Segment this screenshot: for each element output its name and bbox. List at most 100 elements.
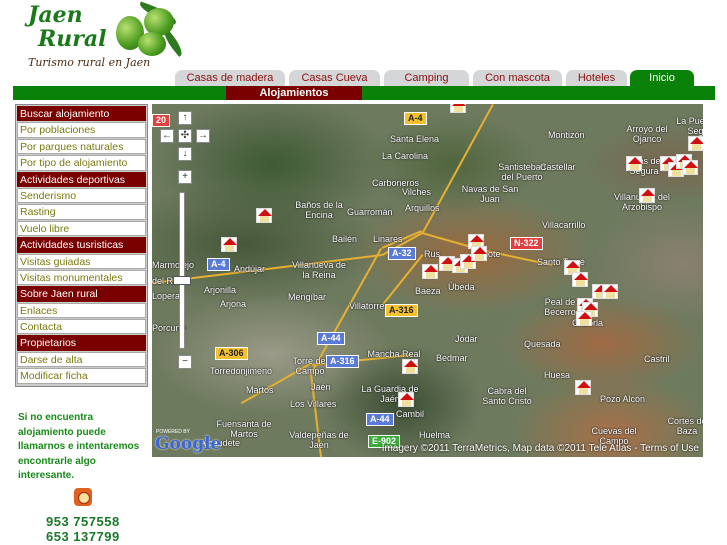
menu-item[interactable]: Rasting bbox=[17, 204, 146, 220]
place-label: Mancha Real bbox=[367, 349, 421, 359]
road-line bbox=[422, 104, 494, 233]
logo-line1: Jaen bbox=[28, 2, 83, 28]
tab-con-mascota[interactable]: Con mascota bbox=[473, 70, 562, 86]
menu-item[interactable]: Por parques naturales bbox=[17, 138, 146, 155]
menu-item[interactable]: Vuelo libre bbox=[17, 220, 146, 237]
menu-section-header[interactable]: Buscar alojamiento bbox=[17, 106, 146, 122]
place-label: Santa Elena bbox=[390, 134, 440, 144]
tab-inicio[interactable]: Inicio bbox=[630, 70, 694, 86]
road-label: 20 bbox=[152, 114, 171, 127]
menu-item[interactable]: Por tipo de alojamiento bbox=[17, 155, 146, 171]
house-marker-icon[interactable] bbox=[626, 156, 642, 171]
road-label: A-4 bbox=[404, 112, 427, 125]
menu-section-header[interactable]: Actividades tusristicas bbox=[17, 237, 146, 253]
place-label: Villanueva de la Reina bbox=[292, 260, 346, 280]
house-marker-icon[interactable] bbox=[422, 264, 438, 279]
place-label: Andújar bbox=[234, 264, 266, 274]
house-marker-icon[interactable] bbox=[576, 311, 592, 326]
place-label: Jaén bbox=[311, 382, 331, 392]
place-label: Castellar bbox=[540, 162, 576, 172]
place-label: Cabra del Santo Cristo bbox=[482, 386, 532, 406]
menu-item[interactable]: Senderismo bbox=[17, 187, 146, 204]
place-label: Pozo Alcón bbox=[600, 394, 646, 404]
place-label: Vilches bbox=[402, 187, 431, 197]
recommended-banner[interactable]: Alojamientos recomendados bbox=[226, 86, 362, 113]
pan-up-button[interactable]: ↑ bbox=[178, 111, 192, 125]
place-label: Cambil bbox=[396, 409, 425, 419]
menu-item[interactable]: Enlaces bbox=[17, 302, 146, 319]
house-marker-icon[interactable] bbox=[639, 188, 655, 203]
logo-tagline: Turismo rural en Jaen bbox=[28, 56, 151, 69]
house-marker-icon[interactable] bbox=[398, 392, 414, 407]
zoom-in-button[interactable]: + bbox=[178, 170, 192, 184]
road-line bbox=[382, 254, 424, 306]
place-label: Arjonilla bbox=[204, 285, 237, 295]
house-marker-icon[interactable] bbox=[572, 272, 588, 287]
menu-item[interactable]: Por poblaciones bbox=[17, 122, 146, 138]
menu-item[interactable]: Visitas guiadas bbox=[17, 253, 146, 269]
place-label: Villacarrillo bbox=[542, 220, 586, 230]
place-label: Los Villares bbox=[290, 399, 337, 409]
place-label: Arroyo del Ojanco bbox=[626, 124, 668, 144]
google-logo[interactable]: Google bbox=[155, 434, 221, 454]
menu-item[interactable]: Contacta bbox=[17, 319, 146, 335]
nav-bar bbox=[13, 86, 715, 100]
road-label: A-306 bbox=[215, 347, 248, 360]
road-label: A-32 bbox=[388, 247, 416, 260]
house-marker-icon[interactable] bbox=[575, 380, 591, 395]
house-marker-icon[interactable] bbox=[256, 208, 272, 223]
place-label: Marmolejo bbox=[152, 260, 195, 270]
pan-left-button[interactable]: ← bbox=[160, 129, 174, 143]
place-label: Jódar bbox=[455, 334, 478, 344]
map-copyright[interactable]: Imagery ©2011 TerraMetrics, Map data ©20… bbox=[382, 443, 699, 454]
road-label: A-44 bbox=[366, 413, 394, 426]
place-label: Linares bbox=[373, 234, 403, 244]
tab-hoteles[interactable]: Hoteles bbox=[566, 70, 627, 86]
sidebar-menu: Buscar alojamiento Por poblaciones Por par… bbox=[15, 104, 148, 387]
house-marker-icon[interactable] bbox=[471, 246, 487, 261]
house-marker-icon[interactable] bbox=[221, 237, 237, 252]
menu-item[interactable]: Visitas monumentales bbox=[17, 269, 146, 286]
place-label: Fuensanta de Martos bbox=[216, 419, 272, 439]
zoom-slider[interactable] bbox=[179, 192, 185, 349]
pan-center-button[interactable]: ✣ bbox=[178, 129, 192, 143]
place-label: Baños de la Encina bbox=[295, 200, 343, 220]
road-label: N-322 bbox=[510, 237, 543, 250]
road-label: A-316 bbox=[385, 304, 418, 317]
place-label: Valdepeñas de Jaén bbox=[289, 430, 349, 450]
house-marker-icon[interactable] bbox=[688, 136, 703, 151]
tab-camping[interactable]: Camping bbox=[384, 70, 469, 86]
house-marker-icon[interactable] bbox=[402, 359, 418, 374]
zoom-out-button[interactable]: − bbox=[178, 355, 192, 369]
contact-info: Si no encuentra alojamiento puede llamar… bbox=[18, 412, 140, 481]
place-label: Montizón bbox=[548, 130, 585, 140]
place-label: Lopera bbox=[152, 291, 181, 301]
phone-number-2: 653 137799 bbox=[46, 529, 120, 544]
zoom-slider-thumb[interactable] bbox=[173, 276, 191, 285]
house-marker-icon[interactable] bbox=[450, 104, 466, 113]
logo[interactable]: Jaen Rural Turismo rural en Jaen bbox=[20, 0, 190, 70]
place-label: Mengíbar bbox=[288, 292, 327, 302]
logo-line2: Rural bbox=[38, 26, 107, 52]
house-marker-icon[interactable] bbox=[682, 160, 698, 175]
menu-section-header[interactable]: Sobre Jaen rural bbox=[17, 286, 146, 302]
place-label: Baeza bbox=[415, 286, 441, 296]
map[interactable]: Santa Elena Montizón Arroyo del Ojanco La P… bbox=[152, 104, 703, 457]
place-label: Arjona bbox=[220, 299, 247, 309]
road-label: A-4 bbox=[207, 258, 230, 271]
olive-icon bbox=[138, 32, 166, 56]
place-label: Villatorres bbox=[349, 301, 389, 311]
menu-item[interactable]: Darse de alta bbox=[17, 351, 146, 368]
menu-section-header[interactable]: Propietarios bbox=[17, 335, 146, 351]
place-label: Castril bbox=[644, 354, 670, 364]
menu-section-header[interactable]: Actividades deportivas bbox=[17, 171, 146, 187]
pan-down-button[interactable]: ↓ bbox=[178, 147, 192, 161]
place-label: Guarromán bbox=[347, 207, 393, 217]
menu-item[interactable]: Modificar ficha bbox=[17, 368, 146, 384]
tab-casas-cueva[interactable]: Casas Cueva bbox=[289, 70, 380, 86]
place-label: Martos bbox=[246, 385, 274, 395]
house-marker-icon[interactable] bbox=[602, 284, 618, 299]
place-label: Quesada bbox=[524, 339, 561, 349]
tab-casas-madera[interactable]: Casas de madera bbox=[175, 70, 285, 86]
pan-right-button[interactable]: → bbox=[196, 129, 210, 143]
